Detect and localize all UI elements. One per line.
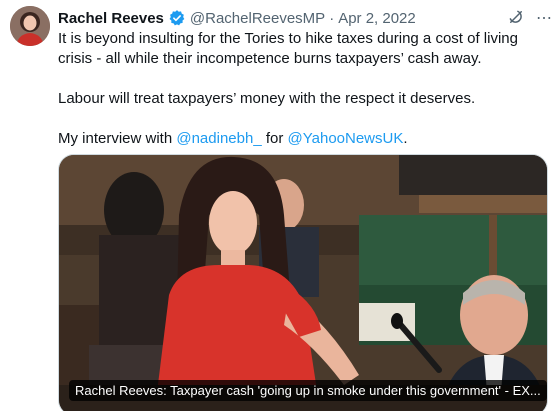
tweet-media-card[interactable]: Rachel Reeves: Taxpayer cash 'going up i…: [58, 154, 548, 411]
para3-prefix: My interview with: [58, 130, 177, 147]
author-handle[interactable]: @RachelReevesMP: [190, 10, 325, 27]
tweet-paragraph-1: It is beyond insulting for the Tories to…: [58, 30, 518, 67]
more-icon[interactable]: ⋯: [536, 8, 553, 28]
tweet-header: Rachel Reeves @RachelReevesMP · Apr 2, 2…: [58, 8, 552, 30]
tweet-paragraph-2: Labour will treat taxpayers’ money with …: [58, 90, 476, 107]
tweet[interactable]: Rachel Reeves @RachelReevesMP · Apr 2, 2…: [0, 0, 559, 411]
mention-nadinebh[interactable]: @nadinebh_: [176, 130, 261, 147]
para3-middle: for: [261, 130, 288, 147]
tweet-paragraph-3: My interview with @nadinebh_ for @YahooN…: [58, 129, 545, 149]
header-separator: ·: [329, 9, 335, 27]
grok-icon[interactable]: [507, 8, 525, 30]
author-name[interactable]: Rachel Reeves: [58, 10, 164, 27]
mention-yahoonewsuk[interactable]: @YahooNewsUK: [288, 130, 404, 147]
tweet-text: It is beyond insulting for the Tories to…: [58, 29, 545, 149]
para3-suffix: .: [403, 130, 408, 147]
avatar[interactable]: [10, 6, 50, 46]
verified-badge-icon: [168, 9, 186, 27]
tweet-date[interactable]: Apr 2, 2022: [338, 10, 416, 27]
media-caption[interactable]: Rachel Reeves: Taxpayer cash 'going up i…: [69, 380, 547, 401]
media-photo: [59, 155, 547, 411]
